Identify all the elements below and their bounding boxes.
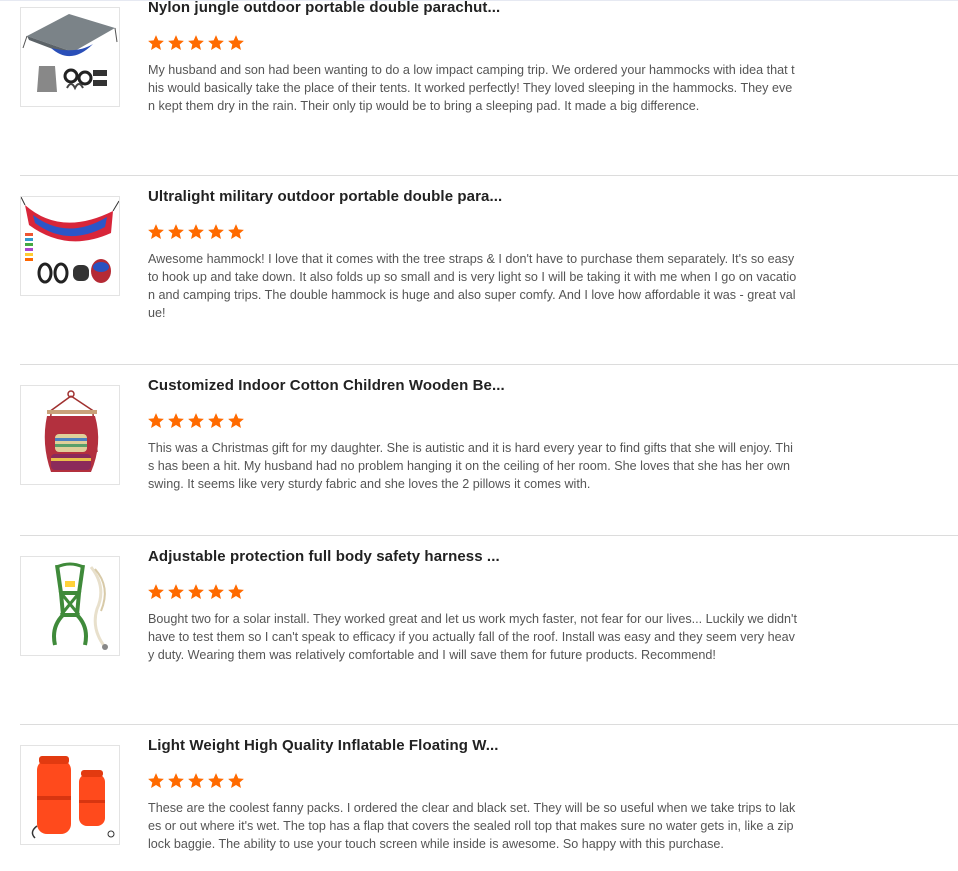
product-thumbnail[interactable] (20, 196, 120, 296)
divider (20, 535, 958, 536)
hanging-chair-swing-icon (44, 390, 99, 472)
star-icon (187, 412, 205, 430)
safety-harness-icon (52, 562, 108, 650)
star-icon (187, 223, 205, 241)
review-item: Adjustable protection full body safety h… (0, 548, 958, 725)
product-thumbnail[interactable] (20, 7, 120, 107)
star-icon (207, 772, 225, 790)
star-icon (187, 772, 205, 790)
star-icon (207, 583, 225, 601)
product-title[interactable]: Nylon jungle outdoor portable double par… (148, 0, 798, 19)
star-icon (227, 34, 245, 52)
product-title[interactable]: Adjustable protection full body safety h… (148, 548, 798, 568)
star-icon (207, 412, 225, 430)
review-item: Customized Indoor Cotton Children Wooden… (0, 377, 958, 536)
star-icon (227, 583, 245, 601)
star-rating (147, 583, 245, 601)
review-text: My husband and son had been wanting to d… (148, 63, 795, 113)
star-icon (147, 772, 165, 790)
hammock-tarp-set-icon (22, 14, 118, 92)
divider (20, 724, 958, 725)
product-thumbnail[interactable] (20, 556, 120, 656)
star-icon (147, 583, 165, 601)
star-icon (167, 34, 185, 52)
star-rating (147, 412, 245, 430)
star-icon (167, 772, 185, 790)
star-icon (227, 772, 245, 790)
star-icon (227, 412, 245, 430)
star-icon (147, 34, 165, 52)
star-icon (187, 583, 205, 601)
star-rating (147, 34, 245, 52)
star-icon (147, 412, 165, 430)
review-text: Awesome hammock! I love that it comes wi… (148, 252, 797, 320)
star-icon (167, 583, 185, 601)
star-rating (147, 223, 245, 241)
review-text: This was a Christmas gift for my daughte… (148, 441, 793, 491)
product-title[interactable]: Ultralight military outdoor portable dou… (148, 188, 798, 208)
divider (20, 364, 958, 365)
divider (20, 175, 958, 176)
product-thumbnail[interactable] (20, 385, 120, 485)
star-icon (187, 34, 205, 52)
star-icon (167, 223, 185, 241)
product-thumbnail[interactable] (20, 745, 120, 845)
star-icon (207, 223, 225, 241)
star-rating (147, 772, 245, 790)
review-item: Nylon jungle outdoor portable double par… (0, 0, 958, 176)
parachute-hammock-icon (21, 197, 119, 284)
product-title[interactable]: Light Weight High Quality Inflatable Flo… (148, 737, 798, 757)
star-icon (147, 223, 165, 241)
star-icon (207, 34, 225, 52)
product-title[interactable]: Customized Indoor Cotton Children Wooden… (148, 377, 798, 397)
review-item: Light Weight High Quality Inflatable Flo… (0, 737, 958, 871)
star-icon (167, 412, 185, 430)
review-text: Bought two for a solar install. They wor… (148, 612, 797, 662)
review-item: Ultralight military outdoor portable dou… (0, 188, 958, 365)
review-text: These are the coolest fanny packs. I ord… (148, 801, 796, 851)
dry-bag-float-icon (31, 756, 115, 839)
star-icon (227, 223, 245, 241)
